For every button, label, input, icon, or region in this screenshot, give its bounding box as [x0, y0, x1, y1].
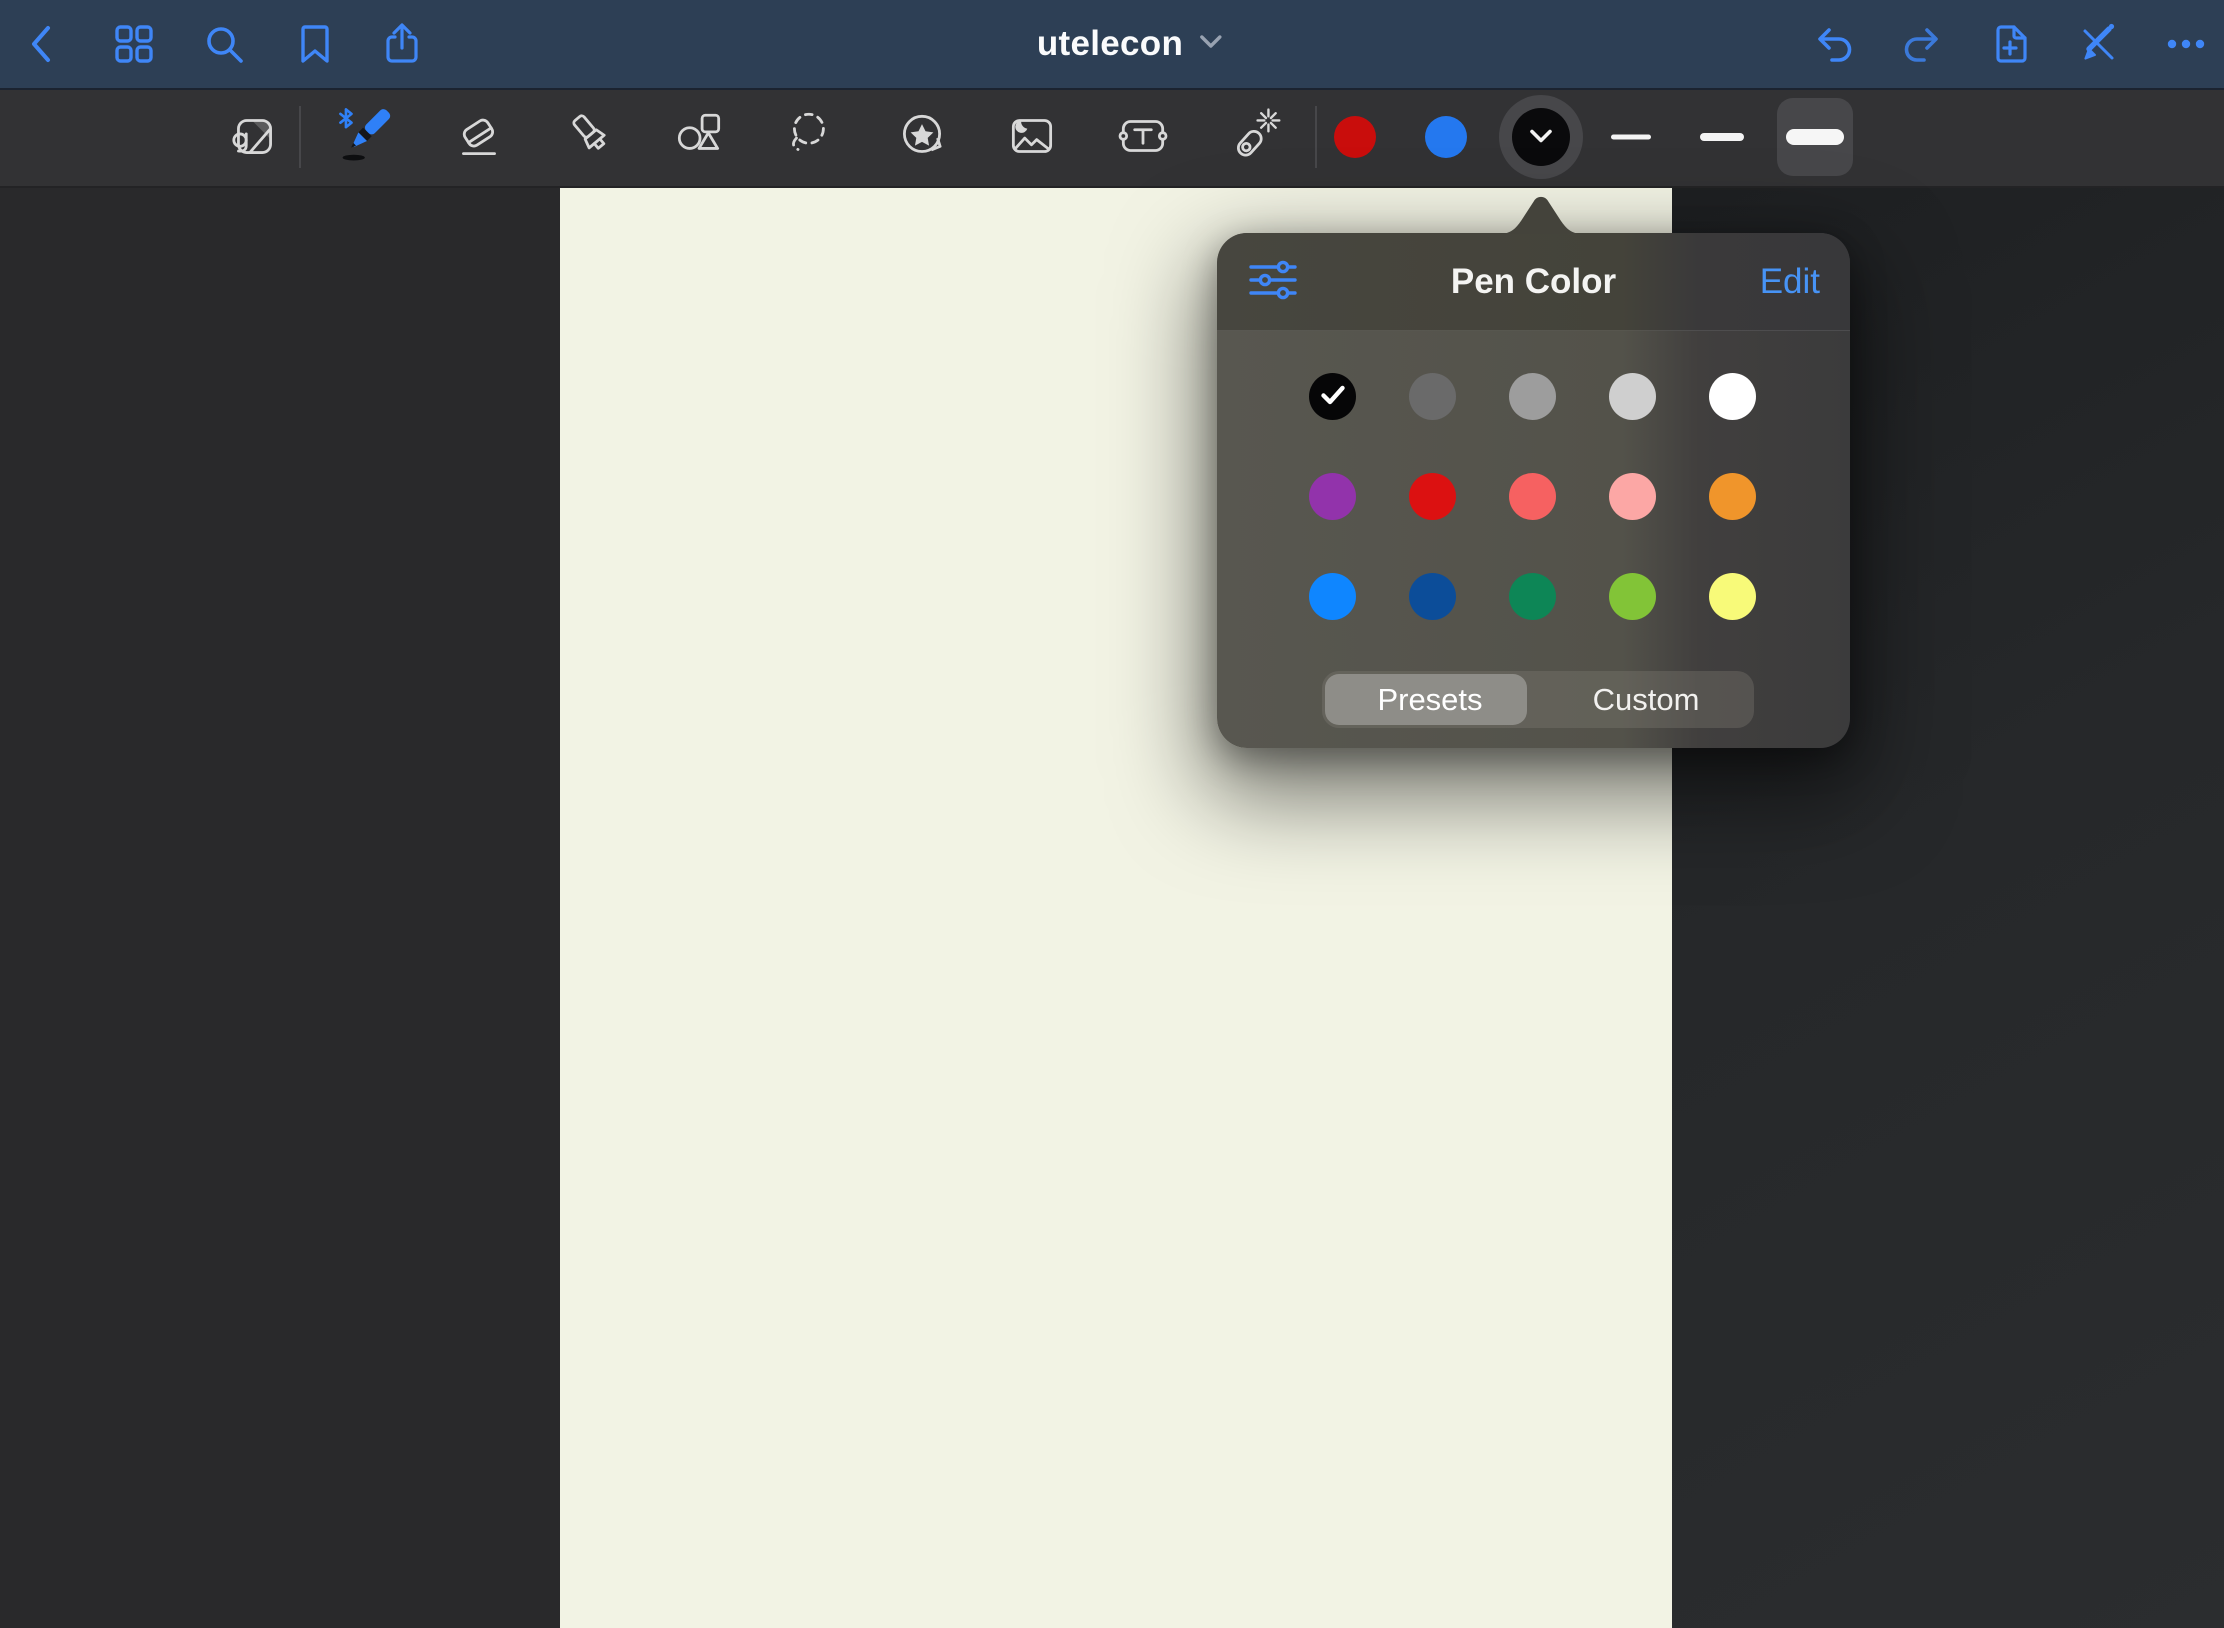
chevron-left-icon: [19, 20, 67, 68]
share-button[interactable]: [372, 14, 432, 74]
lasso-icon: [783, 107, 841, 168]
tool-pen[interactable]: [334, 104, 400, 170]
color-swatch-red[interactable]: [1409, 473, 1456, 520]
color-swatch-gray[interactable]: [1509, 373, 1556, 420]
preset-custom-segmented-control: Presets Custom: [1322, 671, 1754, 728]
color-swatch-dark-gray[interactable]: [1409, 373, 1456, 420]
color-swatch-coral[interactable]: [1509, 473, 1556, 520]
image-icon: [1003, 107, 1061, 168]
more-button[interactable]: [2156, 14, 2216, 74]
redo-button[interactable]: [1892, 14, 1952, 74]
popover-header: Pen Color Edit: [1217, 233, 1850, 331]
popover-arrow: [1499, 192, 1583, 239]
back-button[interactable]: [13, 14, 73, 74]
tool-page-panel[interactable]: [221, 104, 287, 170]
top-navigation-bar: utelecon: [0, 0, 2224, 90]
selected-color-circle: [1512, 108, 1570, 166]
app-window: utelecon: [0, 0, 2224, 1628]
color-swatch-blue[interactable]: [1309, 573, 1356, 620]
edit-colors-button[interactable]: Edit: [1760, 262, 1820, 302]
color-swatch-light-green[interactable]: [1609, 573, 1656, 620]
tool-highlighter[interactable]: [559, 104, 625, 170]
color-swatch-orange[interactable]: [1709, 473, 1756, 520]
document-title[interactable]: utelecon: [1037, 24, 1223, 64]
search-button[interactable]: [194, 14, 254, 74]
shapes-icon: [670, 107, 728, 168]
checkmark-icon: [1320, 384, 1346, 409]
tool-lasso[interactable]: [779, 104, 845, 170]
color-swatch-light-gray[interactable]: [1609, 373, 1656, 420]
color-swatch-navy[interactable]: [1409, 573, 1456, 620]
popover-title: Pen Color: [1217, 262, 1850, 302]
chevron-down-icon: [1199, 34, 1223, 55]
tool-shapes[interactable]: [666, 104, 732, 170]
pen-color-popover: Pen Color Edit Presets Custom: [1217, 233, 1850, 748]
redo-icon: [1898, 20, 1946, 68]
bookmark-icon: [291, 20, 339, 68]
quick-color-black-selected[interactable]: [1499, 95, 1583, 179]
pen-options-button[interactable]: [1247, 256, 1299, 308]
toolbar-separator: [1315, 106, 1317, 168]
bluetooth-pen-icon: [336, 105, 398, 170]
thickness-thin[interactable]: [1611, 135, 1651, 140]
undo-icon: [1810, 20, 1858, 68]
chevron-down-icon: [1528, 128, 1554, 147]
tab-presets[interactable]: Presets: [1322, 671, 1538, 728]
thickness-medium[interactable]: [1700, 133, 1744, 141]
quick-color-blue[interactable]: [1425, 116, 1467, 158]
color-swatch-yellow[interactable]: [1709, 573, 1756, 620]
color-swatch-white[interactable]: [1709, 373, 1756, 420]
sliders-icon: [1249, 259, 1297, 304]
highlighter-icon: [563, 107, 621, 168]
eraser-icon: [450, 107, 508, 168]
page-panel-icon: [225, 107, 283, 168]
sticker-star-icon: [893, 107, 951, 168]
document-plus-icon: [1986, 20, 2034, 68]
quick-color-red[interactable]: [1334, 116, 1376, 158]
thick-stroke-preview: [1786, 129, 1844, 145]
add-page-button[interactable]: [1980, 14, 2040, 74]
share-icon: [378, 20, 426, 68]
tool-image[interactable]: [999, 104, 1065, 170]
tool-text[interactable]: [1110, 104, 1176, 170]
color-swatch-pink[interactable]: [1609, 473, 1656, 520]
pencil-cross-icon: [2074, 20, 2122, 68]
stylus-toggle-button[interactable]: [2068, 14, 2128, 74]
undo-button[interactable]: [1804, 14, 1864, 74]
toolbar-separator: [299, 106, 301, 168]
laser-pointer-icon: [1227, 107, 1285, 168]
tool-eraser[interactable]: [446, 104, 512, 170]
text-box-icon: [1114, 107, 1172, 168]
tab-custom[interactable]: Custom: [1538, 671, 1754, 728]
ellipsis-icon: [2162, 20, 2210, 68]
tool-laser-pointer[interactable]: [1223, 104, 1289, 170]
thickness-thick-selected[interactable]: [1777, 98, 1853, 176]
magnifier-icon: [200, 20, 248, 68]
tool-stickers[interactable]: [889, 104, 955, 170]
document-title-text: utelecon: [1037, 24, 1183, 64]
grid-icon: [110, 20, 158, 68]
color-swatch-green[interactable]: [1509, 573, 1556, 620]
color-swatch-black-selected[interactable]: [1309, 373, 1356, 420]
color-swatch-purple[interactable]: [1309, 473, 1356, 520]
thumbnails-button[interactable]: [104, 14, 164, 74]
bookmark-button[interactable]: [285, 14, 345, 74]
